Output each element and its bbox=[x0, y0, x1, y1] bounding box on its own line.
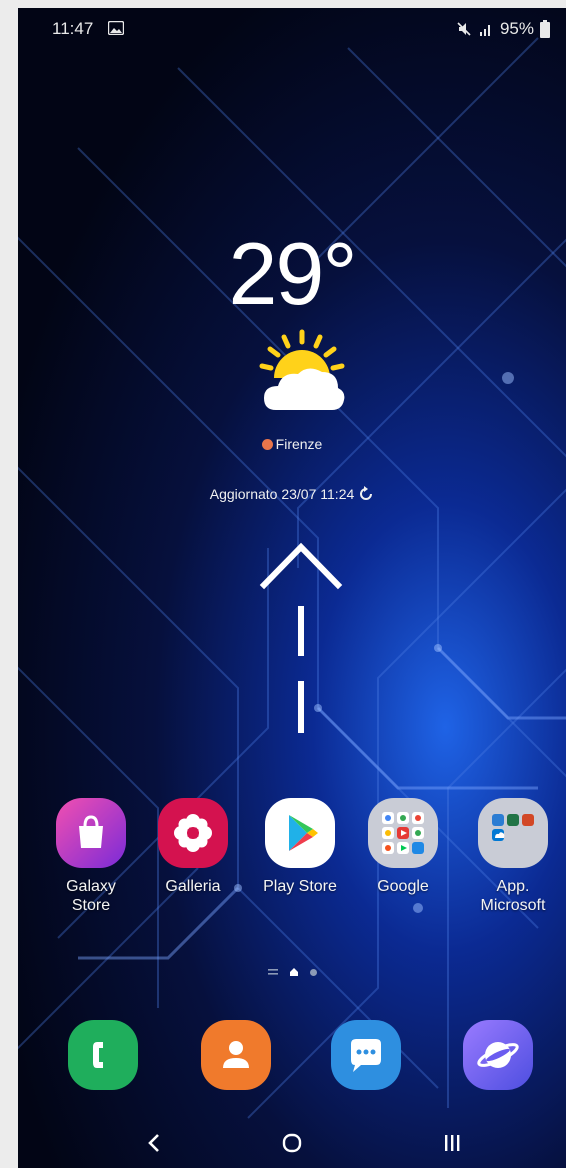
navigation-bar bbox=[18, 1118, 566, 1168]
app-google-folder[interactable]: Google bbox=[353, 798, 453, 896]
app-label: Google bbox=[377, 878, 429, 895]
location-pin-icon bbox=[261, 438, 273, 450]
app-play-store[interactable]: Play Store bbox=[250, 798, 350, 896]
refresh-icon[interactable] bbox=[358, 486, 374, 502]
app-grid: Galaxy Store Galleria Play Store Google … bbox=[18, 798, 566, 938]
messages-icon[interactable] bbox=[331, 1020, 401, 1090]
battery-icon bbox=[540, 20, 550, 38]
app-microsoft-folder[interactable]: App. Microsoft bbox=[463, 798, 563, 915]
back-button[interactable] bbox=[134, 1126, 174, 1160]
dock bbox=[18, 1020, 566, 1110]
temperature: 29° bbox=[228, 224, 357, 323]
home-button[interactable] bbox=[272, 1126, 312, 1160]
home-icon bbox=[282, 1133, 302, 1153]
updated-row: Aggiornato 23/07 11:24 bbox=[18, 486, 566, 502]
last-updated: Aggiornato 23/07 11:24 bbox=[209, 486, 355, 502]
recents-button[interactable] bbox=[432, 1126, 472, 1160]
swipe-up-arrow-icon bbox=[259, 542, 343, 733]
app-galaxy-store[interactable]: Galaxy Store bbox=[41, 798, 141, 915]
battery-percentage: 95% bbox=[499, 19, 534, 38]
google-folder-icon bbox=[368, 798, 438, 868]
mute-icon bbox=[457, 22, 471, 36]
app-label: Galaxy Store bbox=[66, 878, 116, 914]
app-galleria[interactable]: Galleria bbox=[143, 798, 243, 896]
play-store-icon bbox=[265, 798, 335, 868]
signal-icon bbox=[479, 25, 490, 36]
recents-icon bbox=[445, 1135, 460, 1151]
microsoft-folder-icon bbox=[478, 798, 548, 868]
page-indicator[interactable] bbox=[18, 967, 566, 977]
gallery-notification-icon bbox=[108, 21, 124, 35]
home-page-dot-icon bbox=[289, 968, 298, 976]
location-row: Firenze bbox=[18, 436, 566, 452]
status-icons: 95% bbox=[456, 19, 550, 39]
internet-browser-icon[interactable] bbox=[463, 1020, 533, 1090]
app-label: Play Store bbox=[263, 878, 337, 895]
app-label: App. Microsoft bbox=[480, 878, 546, 914]
status-time: 11:47 bbox=[52, 19, 94, 38]
contacts-icon[interactable] bbox=[201, 1020, 271, 1090]
app-label: Galleria bbox=[165, 878, 221, 895]
phone-icon[interactable] bbox=[68, 1020, 138, 1090]
back-icon bbox=[148, 1134, 159, 1152]
status-bar: 11:47 95% bbox=[18, 8, 566, 48]
page-dot bbox=[309, 968, 317, 976]
gallery-flower-icon bbox=[158, 798, 228, 868]
home-screen: 11:47 95% 29° Firenze Aggiornato 23/07 1… bbox=[18, 8, 566, 1168]
partly-sunny-icon bbox=[259, 329, 345, 410]
city-name: Firenze bbox=[275, 436, 323, 452]
menu-lines-icon bbox=[267, 969, 278, 975]
galaxy-store-icon bbox=[56, 798, 126, 868]
